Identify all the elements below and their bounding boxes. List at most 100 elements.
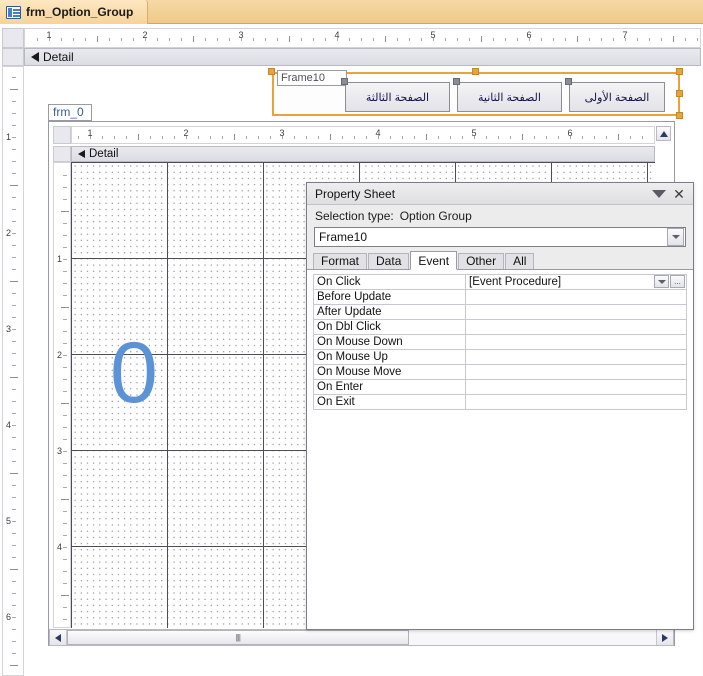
property-sheet-title-bar[interactable]: Property Sheet ✕ [307,183,693,205]
property-value[interactable] [465,304,687,320]
chevron-down-icon[interactable] [654,275,669,288]
table-row[interactable]: On Mouse Up [313,349,687,365]
section-arrow-icon-subform [78,150,85,158]
ruler-corner-subform [53,126,71,144]
ruler-vertical-subform: 1234 [53,162,71,628]
chevron-down-glyph [652,189,666,198]
selection-type-label: Selection type: [315,208,394,223]
ruler-horizontal-outer: 1234567 [24,28,701,48]
scroll-up-arrow-glyph [659,130,668,137]
scrollbar-thumb[interactable]: |||| [67,630,409,645]
section-header-detail-outer[interactable]: Detail [24,48,701,66]
tab-format[interactable]: Format [313,253,368,269]
section-selector-outer[interactable] [2,48,24,66]
object-selector-value: Frame10 [319,230,368,244]
selection-handle-tc[interactable] [472,68,479,75]
property-table: On Click [Event Procedure] ... Before Up… [313,274,687,410]
property-name: On Dbl Click [313,319,466,335]
property-value-controls: ... [654,275,685,288]
option-handle-three[interactable] [341,78,348,85]
scroll-left-arrow-glyph [55,633,61,642]
selection-type-value: Option Group [399,208,472,223]
object-combo-wrap: Frame10 [307,226,693,251]
section-header-detail-subform[interactable]: Detail [71,146,655,162]
option-group-name-label[interactable]: Frame10 [277,70,347,86]
section-selector-subform[interactable] [53,146,71,162]
property-value-text: [Event Procedure] [469,276,562,288]
selection-handle-br[interactable] [676,112,683,119]
property-name: On Mouse Down [313,334,466,350]
option-handle-two[interactable] [453,78,460,85]
table-row[interactable]: On Mouse Down [313,334,687,350]
property-value[interactable] [465,364,687,380]
table-row[interactable]: After Update [313,304,687,320]
toggle-page-two-label: الصفحة الثانية [478,91,541,104]
table-row[interactable]: Before Update [313,289,687,305]
scrollbar-track[interactable]: |||| [67,630,656,645]
property-name: Before Update [313,289,466,305]
table-row[interactable]: On Dbl Click [313,319,687,335]
close-icon[interactable]: ✕ [669,185,689,203]
tab-all[interactable]: All [505,253,535,269]
section-header-label-outer: Detail [43,50,74,64]
property-value[interactable] [465,349,687,365]
option-handle-one[interactable] [565,78,572,85]
property-sheet-panel: Property Sheet ✕ Selection type: Option … [306,182,694,630]
scroll-right-arrow-glyph [662,633,668,642]
form-design-icon [6,5,21,19]
tab-event[interactable]: Event [410,251,458,270]
subform-name-tag[interactable]: frm_0 [48,104,92,121]
section-arrow-icon [31,52,39,62]
access-form-designer: frm_Option_Group 1234567 Detail 123456 F… [0,0,703,676]
section-header-label-subform: Detail [89,148,119,160]
tab-data[interactable]: Data [368,253,410,269]
table-row[interactable]: On Exit [313,394,687,410]
property-name: On Mouse Move [313,364,466,380]
tab-other[interactable]: Other [458,253,505,269]
toggle-page-two[interactable]: الصفحة الثانية [457,82,562,112]
property-sheet-title: Property Sheet [315,186,396,201]
scroll-right-icon[interactable] [656,630,673,645]
property-value[interactable] [465,394,687,410]
chevron-down-glyph [671,235,680,239]
ruler-corner-outer [2,28,24,48]
table-row[interactable]: On Mouse Move [313,364,687,380]
selection-handle-tr[interactable] [676,68,683,75]
toggle-page-three[interactable]: الصفحة الثالثة [345,82,450,112]
selection-handle-tl[interactable] [268,68,275,75]
property-sheet-tabs: Format Data Event Other All [307,251,693,270]
object-selector-combo[interactable]: Frame10 [314,227,686,247]
scroll-left-icon[interactable] [50,630,67,645]
chevron-down-icon[interactable] [667,228,684,246]
close-glyph: ✕ [673,185,685,202]
document-tab-bar: frm_Option_Group [0,0,703,24]
canvas-zero-text: 0 [110,325,158,421]
selection-handle-mr[interactable] [676,90,683,97]
ruler-vertical-outer: 123456 [2,66,24,676]
toggle-page-one[interactable]: الصفحة الأولى [569,82,665,112]
table-row[interactable]: On Click [Event Procedure] ... [313,274,687,290]
chevron-down-glyph [657,279,666,284]
ruler-horizontal-subform: 123456 [71,126,655,144]
toggle-page-three-label: الصفحة الثالثة [365,91,430,104]
scroll-up-icon[interactable] [656,126,671,141]
document-tab-frm-option-group[interactable]: frm_Option_Group [0,0,149,24]
property-value[interactable] [465,334,687,350]
table-row[interactable]: On Enter [313,379,687,395]
selection-type-row: Selection type: Option Group [307,205,693,226]
property-name: On Click [313,274,466,290]
property-value[interactable] [465,289,687,305]
chevron-down-icon[interactable] [649,185,669,203]
property-value[interactable]: [Event Procedure] ... [465,274,687,290]
toggle-page-one-label: الصفحة الأولى [584,91,650,104]
property-name: On Mouse Up [313,349,466,365]
scrollbar-grip: |||| [235,633,241,642]
property-name: On Enter [313,379,466,395]
property-value[interactable] [465,319,687,335]
subform-horizontal-scrollbar[interactable]: |||| [49,629,674,646]
property-value[interactable] [465,379,687,395]
ellipsis-icon[interactable]: ... [670,275,685,288]
property-name: After Update [313,304,466,320]
property-list-body: On Click [Event Procedure] ... Before Up… [307,270,693,629]
builder-glyph: ... [674,277,681,286]
